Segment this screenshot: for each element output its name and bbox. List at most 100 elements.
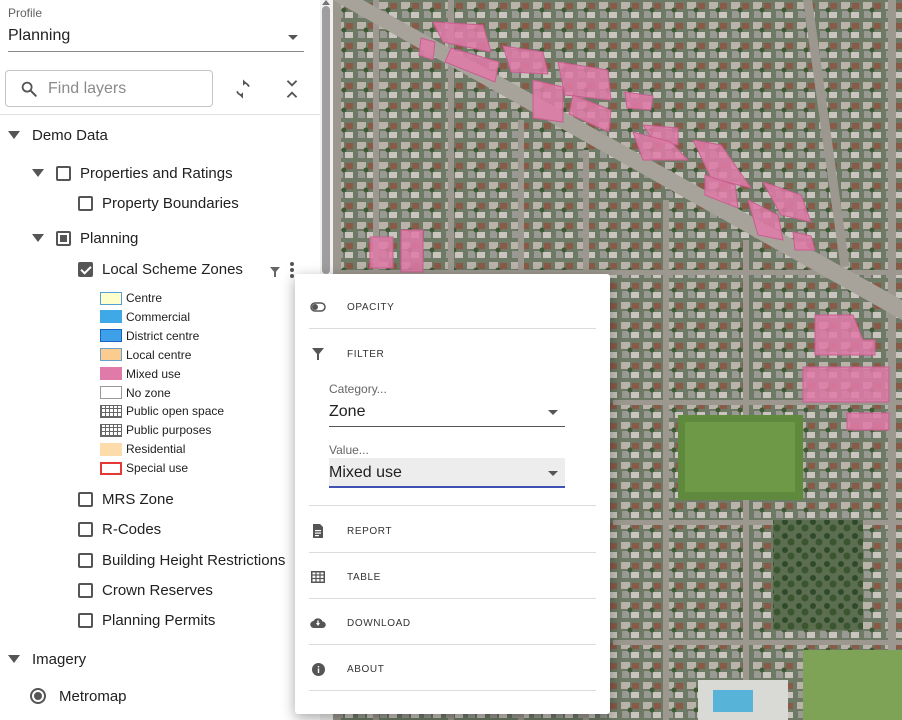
layer-checkbox[interactable] (78, 521, 93, 537)
download-menu-item[interactable]: DOWNLOAD (309, 608, 596, 638)
scroll-up-icon[interactable] (322, 0, 330, 5)
tree-label: Metromap (59, 687, 127, 705)
layer-radio[interactable] (30, 688, 46, 704)
tree-group-imagery[interactable]: Imagery (8, 647, 86, 671)
layer-checkbox[interactable] (78, 612, 93, 628)
tree-label: Properties and Ratings (80, 164, 233, 182)
menu-item-label: DOWNLOAD (347, 617, 411, 629)
tree-layer-r-codes[interactable]: R-Codes (78, 517, 161, 541)
sidebar-divider (0, 114, 320, 115)
value-value: Mixed use (329, 464, 402, 481)
layer-search-box[interactable] (5, 70, 213, 107)
tree-layer-metromap[interactable]: Metromap (30, 684, 127, 708)
legend-label: Public purposes (126, 423, 212, 438)
download-icon (309, 614, 327, 632)
legend-swatch (100, 404, 122, 418)
tree-layer-property-boundaries[interactable]: Property Boundaries (78, 191, 239, 215)
menu-item-label: FILTER (347, 348, 385, 360)
tree-label: Demo Data (32, 126, 108, 144)
legend-label: Residential (126, 442, 186, 457)
tree-label: Crown Reserves (102, 581, 213, 599)
tree-layer-local-scheme-zones[interactable]: Local Scheme Zones (78, 257, 243, 281)
layer-options-menu: OPACITY FILTER Category... Zone Value...… (295, 274, 610, 714)
legend-label: District centre (126, 328, 200, 343)
layer-checkbox[interactable] (78, 261, 93, 277)
filter-icon (309, 345, 327, 363)
scrollbar-thumb[interactable] (322, 6, 330, 274)
filter-menu-item[interactable]: FILTER (309, 339, 596, 369)
collapse-all-icon (286, 80, 298, 98)
legend-item: Local centre (100, 347, 191, 363)
legend-label: Special use (126, 461, 189, 476)
menu-divider (309, 328, 596, 329)
report-menu-item[interactable]: REPORT (309, 516, 596, 546)
legend-swatch (100, 442, 122, 456)
report-icon (309, 522, 327, 540)
legend-swatch (100, 310, 122, 324)
tree-label: Building Height Restrictions (102, 551, 286, 569)
layer-checkbox[interactable] (78, 552, 93, 568)
legend-swatch (100, 423, 122, 437)
expand-icon[interactable] (32, 234, 44, 242)
tree-label: Property Boundaries (102, 194, 239, 212)
legend-swatch (100, 291, 122, 305)
collapse-all-button[interactable] (277, 74, 307, 104)
category-label: Category... (329, 382, 387, 396)
category-select[interactable]: Zone (329, 397, 565, 427)
tree-layer-crown-reserves[interactable]: Crown Reserves (78, 578, 213, 602)
search-icon (21, 81, 37, 97)
layer-checkbox[interactable] (78, 195, 93, 211)
tree-group-planning[interactable]: Planning (32, 226, 138, 250)
layer-checkbox[interactable] (78, 582, 93, 598)
more-vert-icon[interactable] (290, 262, 294, 278)
layer-checkbox[interactable] (56, 165, 71, 181)
layer-checkbox[interactable] (78, 491, 93, 507)
legend-label: Centre (126, 291, 163, 305)
chevron-down-icon (548, 410, 558, 415)
refresh-button[interactable] (228, 74, 258, 104)
profile-value: Planning (8, 27, 71, 44)
value-label: Value... (329, 443, 369, 457)
expand-icon[interactable] (8, 131, 20, 139)
legend-label: No zone (126, 385, 171, 400)
legend-item: Mixed use (100, 366, 181, 382)
menu-divider (309, 690, 596, 691)
tree-label: Imagery (32, 650, 87, 668)
about-icon (309, 660, 327, 678)
value-select[interactable]: Mixed use (329, 458, 565, 488)
menu-item-label: REPORT (347, 525, 393, 537)
menu-divider (309, 598, 596, 599)
menu-item-label: TABLE (347, 571, 381, 583)
category-value: Zone (329, 403, 366, 420)
about-menu-item[interactable]: ABOUT (309, 654, 596, 684)
legend-swatch (100, 367, 122, 381)
profile-select[interactable]: Planning (8, 22, 304, 52)
search-input[interactable] (48, 77, 208, 101)
legend-item: Public open space (100, 403, 224, 419)
tree-group-properties-and-ratings[interactable]: Properties and Ratings (32, 161, 233, 185)
filter-icon (270, 267, 280, 277)
tree-group-demo-data[interactable]: Demo Data (8, 123, 108, 147)
tree-layer-planning-permits[interactable]: Planning Permits (78, 608, 215, 632)
legend-item: Commercial (100, 309, 190, 325)
expand-icon[interactable] (8, 655, 20, 663)
menu-divider (309, 505, 596, 506)
tree-layer-building-height[interactable]: Building Height Restrictions (78, 548, 285, 572)
legend-item: No zone (100, 385, 171, 401)
tree-layer-mrs-zone[interactable]: MRS Zone (78, 487, 174, 511)
expand-icon[interactable] (32, 169, 44, 177)
table-menu-item[interactable]: TABLE (309, 562, 596, 592)
legend-item: District centre (100, 328, 199, 344)
legend-label: Mixed use (126, 366, 181, 381)
legend-item: Special use (100, 460, 188, 476)
opacity-icon (309, 298, 327, 316)
menu-divider (309, 552, 596, 553)
layer-checkbox[interactable] (56, 230, 71, 246)
tree-label: R-Codes (102, 520, 162, 538)
table-icon (309, 568, 327, 586)
legend-label: Local centre (126, 347, 192, 362)
opacity-menu-item[interactable]: OPACITY (309, 292, 596, 322)
profile-label: Profile (8, 6, 43, 20)
tree-label: MRS Zone (102, 490, 174, 508)
tree-label: Planning Permits (102, 611, 216, 629)
